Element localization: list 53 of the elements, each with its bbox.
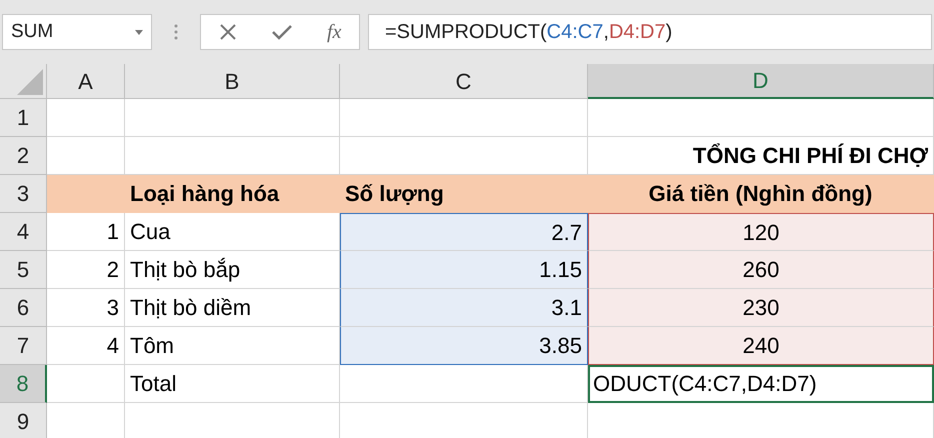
cell[interactable]: 1 [47,213,125,251]
checkmark-icon[interactable] [272,24,292,40]
row-header[interactable]: 6 [0,289,47,327]
cell[interactable]: Cua [125,213,340,251]
cell[interactable]: ODUCT(C4:C7,D4:D7) [588,365,934,403]
cell-reference: C4:C7 [546,21,604,43]
cancel-icon[interactable] [218,23,237,41]
row-header[interactable]: 8 [0,365,47,403]
row-header[interactable]: 4 [0,213,47,251]
row-header[interactable]: 5 [0,251,47,289]
cell[interactable]: 260 [588,251,934,289]
cell[interactable] [340,99,588,137]
cell[interactable]: Total [125,365,340,403]
name-box[interactable]: SUM [2,14,152,50]
cell[interactable]: Loại hàng hóa [125,175,340,213]
cell[interactable]: Giá tiền (Nghìn đồng) [588,175,934,213]
row-header[interactable]: 7 [0,327,47,365]
cell[interactable]: Số lượng [340,175,588,213]
cell[interactable]: 240 [588,327,934,365]
cell[interactable]: 1.15 [340,251,588,289]
column-header[interactable]: C [340,64,588,99]
cell-reference: D4:D7 [608,21,666,43]
cell[interactable] [47,99,125,137]
grip-dots-icon [174,24,178,40]
cell[interactable]: 3.1 [340,289,588,327]
cell[interactable]: Thịt bò diềm [125,289,340,327]
cell[interactable]: 3.85 [340,327,588,365]
cell[interactable]: 4 [47,327,125,365]
cell[interactable] [47,175,125,213]
cell[interactable]: 230 [588,289,934,327]
cell[interactable]: 120 [588,213,934,251]
row-header[interactable]: 9 [0,403,47,438]
cell[interactable]: 3 [47,289,125,327]
cell[interactable] [340,365,588,403]
cell[interactable]: 2.7 [340,213,588,251]
cell[interactable]: Thịt bò bắp [125,251,340,289]
cell[interactable]: Tôm [125,327,340,365]
cell[interactable] [588,99,934,137]
row-header[interactable]: 2 [0,137,47,175]
column-header[interactable]: D [588,64,934,99]
name-box-value: SUM [11,20,54,44]
column-header[interactable]: A [47,64,125,99]
column-header[interactable]: B [125,64,340,99]
cell[interactable]: 2 [47,251,125,289]
select-all-corner[interactable] [0,64,47,99]
row-header[interactable]: 1 [0,99,47,137]
cell[interactable] [125,99,340,137]
cell[interactable] [47,365,125,403]
row-header[interactable]: 3 [0,175,47,213]
formula-bar[interactable]: =SUMPRODUCT(C4:C7,D4:D7) [368,14,932,50]
dropdown-caret-icon [135,30,143,34]
insert-function-button[interactable]: fx [326,17,342,47]
formula-text: =SUMPRODUCT(C4:C7,D4:D7) [385,20,672,45]
